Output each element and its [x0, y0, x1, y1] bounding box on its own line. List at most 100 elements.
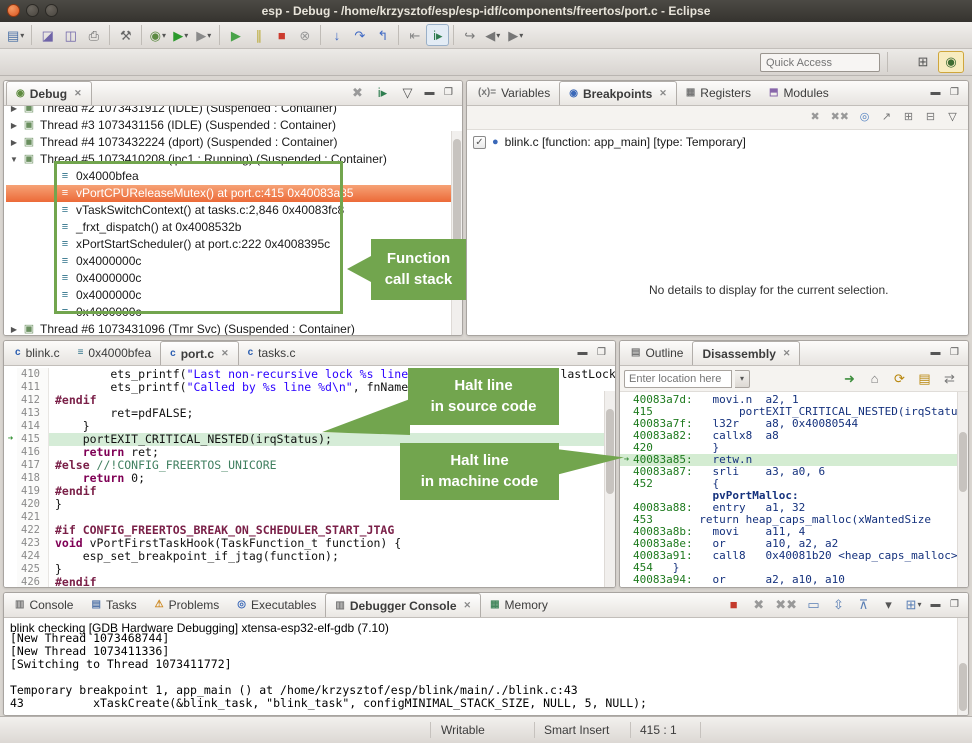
location-input[interactable] [624, 370, 732, 388]
remove-launch-button[interactable]: ✖ [747, 594, 770, 616]
print-button[interactable]: ⎙ [82, 24, 105, 46]
last-edit-location-button[interactable]: ↪ [458, 24, 481, 46]
remove-all-breakpoints-button[interactable]: ✖✖ [828, 108, 852, 127]
save-button[interactable]: ◪ [36, 24, 59, 46]
code-line[interactable]: ·425} [4, 563, 615, 576]
debug-scrollbar[interactable] [451, 131, 462, 335]
debug-frame-row[interactable]: ≡vPortCPUReleaseMutex() at port.c:415 0x… [6, 185, 462, 202]
disasm-tab-disassembly[interactable]: Disassembly✕ [692, 341, 800, 365]
minimize-button[interactable]: ▬ [927, 344, 944, 362]
external-tools-button[interactable]: ▶▾ [192, 24, 215, 46]
breakpoint-list-item[interactable]: ✓ ● blink.c [function: app_main] [type: … [467, 130, 968, 154]
location-dropdown-icon[interactable]: ▾ [735, 370, 750, 388]
right-tab-variables[interactable]: (x)=Variables [469, 81, 559, 105]
console-tab-tasks[interactable]: ▤Tasks [82, 593, 145, 617]
console-tab-memory[interactable]: ▦Memory [481, 593, 557, 617]
window-minimize-button[interactable] [26, 4, 39, 17]
show-supported-breakpoints-button[interactable]: ◎ [855, 108, 874, 127]
scrollbar-thumb[interactable] [959, 663, 967, 711]
right-tab-registers[interactable]: ▦Registers [677, 81, 760, 105]
console-tab-debugger-console[interactable]: ▥Debugger Console✕ [325, 593, 481, 617]
view-menu-button[interactable]: ▽ [396, 82, 419, 104]
code-line[interactable]: ·422#if CONFIG_FREERTOS_BREAK_ON_SCHEDUL… [4, 524, 615, 537]
chevron-expanded-icon[interactable]: ▼ [6, 151, 22, 168]
debug-frame-row[interactable]: ≡vTaskSwitchContext() at tasks.c:2,846 0… [6, 202, 462, 219]
right-tab-breakpoints[interactable]: ◉Breakpoints✕ [559, 81, 677, 105]
step-return-button[interactable]: ↰ [371, 24, 394, 46]
debug-thread-row[interactable]: ▶▣Thread #4 1073432224 (dport) (Suspende… [6, 134, 462, 151]
remove-breakpoint-button[interactable]: ✖ [806, 108, 825, 127]
view-menu-button[interactable]: ▽ [943, 108, 962, 127]
disasm-tab-outline[interactable]: ▤Outline [622, 341, 692, 365]
editor-tab-port-c[interactable]: cport.c✕ [160, 341, 238, 365]
code-line[interactable]: ·424 esp_set_breakpoint_if_jtag(function… [4, 550, 615, 563]
editor-tab-tasks-c[interactable]: ctasks.c [239, 341, 305, 365]
instruction-stepping-mode-button[interactable]: i▸ [371, 82, 394, 104]
terminate-button[interactable]: ■ [722, 594, 745, 616]
open-perspective-button[interactable]: ⊞ [910, 51, 936, 73]
refresh-button[interactable]: ⟳ [888, 368, 911, 390]
expand-all-button[interactable]: ⊞ [899, 108, 918, 127]
sync-with-context-button[interactable]: ⇄ [938, 368, 961, 390]
scroll-lock-button[interactable]: ⇳ [827, 594, 850, 616]
chevron-collapsed-icon[interactable]: ▶ [6, 117, 22, 134]
chevron-collapsed-icon[interactable]: ▶ [6, 134, 22, 151]
collapse-all-button[interactable]: ⊟ [921, 108, 940, 127]
code-line[interactable]: ·423void vPortFirstTaskHook(TaskFunction… [4, 537, 615, 550]
save-all-button[interactable]: ◫ [59, 24, 82, 46]
window-maximize-button[interactable] [45, 4, 58, 17]
debug-button[interactable]: ◉▾ [146, 24, 169, 46]
console-tab-executables[interactable]: ◎Executables [228, 593, 325, 617]
console-tab-console[interactable]: ▥Console [6, 593, 82, 617]
debug-thread-row[interactable]: ▼▣Thread #5 1073410208 (ipc1 : Running) … [6, 151, 462, 168]
remove-all-launches-button[interactable]: ✖✖ [772, 594, 800, 616]
step-into-button[interactable]: ↓ [325, 24, 348, 46]
new-wizard-button[interactable]: ▤▾ [4, 24, 27, 46]
debug-thread-row[interactable]: ▶▣Thread #6 1073431096 (Tmr Svc) (Suspen… [6, 321, 462, 335]
close-icon[interactable]: ✕ [659, 88, 667, 99]
minimize-button[interactable]: ▬ [574, 344, 591, 362]
open-console-button[interactable]: ⊞▾ [902, 594, 925, 616]
maximize-button[interactable]: ❐ [593, 344, 610, 362]
maximize-button[interactable]: ❐ [946, 596, 963, 614]
remove-all-terminated-button[interactable]: ✖ [346, 82, 369, 104]
show-source-button[interactable]: ▤ [913, 368, 936, 390]
editor-scrollbar[interactable] [604, 391, 615, 587]
minimize-button[interactable]: ▬ [927, 84, 944, 102]
maximize-button[interactable]: ❐ [946, 84, 963, 102]
editor-tab-blink-c[interactable]: cblink.c [6, 341, 69, 365]
console-scrollbar[interactable] [957, 618, 968, 715]
maximize-button[interactable]: ❐ [440, 84, 457, 102]
debug-thread-row[interactable]: ▶▣Thread #2 1073431912 (IDLE) (Suspended… [6, 106, 462, 117]
home-button[interactable]: ⌂ [863, 368, 886, 390]
resume-button[interactable]: ▶ [224, 24, 247, 46]
drop-to-frame-button[interactable]: ⇤ [403, 24, 426, 46]
debug-tab-debug[interactable]: ◉Debug✕ [6, 81, 92, 105]
close-icon[interactable]: ✕ [464, 600, 472, 611]
editor-tab-0x4000bfea[interactable]: ≡0x4000bfea [69, 341, 161, 365]
right-tab-modules[interactable]: ⬒Modules [760, 81, 838, 105]
scrollbar-thumb[interactable] [959, 432, 967, 492]
console-output[interactable]: [New Thread 1073468744][New Thread 10734… [4, 632, 968, 710]
display-selected-console-button[interactable]: ▾ [877, 594, 900, 616]
close-icon[interactable]: ✕ [221, 348, 229, 359]
chevron-collapsed-icon[interactable]: ▶ [6, 106, 22, 117]
debug-frame-row[interactable]: ≡0x4000000c [6, 304, 462, 321]
locate-pc-button[interactable]: ➜ [838, 368, 861, 390]
disassembly-scrollbar[interactable] [957, 392, 968, 587]
scrollbar-thumb[interactable] [606, 409, 614, 494]
debug-frame-row[interactable]: ≡_frxt_dispatch() at 0x4008532b [6, 219, 462, 236]
go-to-file-for-breakpoint-button[interactable]: ↗ [877, 108, 896, 127]
minimize-button[interactable]: ▬ [421, 84, 438, 102]
pin-console-button[interactable]: ⊼ [852, 594, 875, 616]
minimize-button[interactable]: ▬ [927, 596, 944, 614]
window-close-button[interactable] [7, 4, 20, 17]
close-icon[interactable]: ✕ [783, 348, 791, 359]
back-button[interactable]: ◀▾ [481, 24, 504, 46]
disassembly-line[interactable]: ·40083a94: or a2, a10, a10 [620, 574, 968, 586]
suspend-button[interactable]: ∥ [247, 24, 270, 46]
clear-console-button[interactable]: ▭ [802, 594, 825, 616]
code-line[interactable]: ·426#endif [4, 576, 615, 587]
breakpoint-checkbox[interactable]: ✓ [473, 136, 486, 149]
quick-access-input[interactable] [760, 53, 880, 72]
